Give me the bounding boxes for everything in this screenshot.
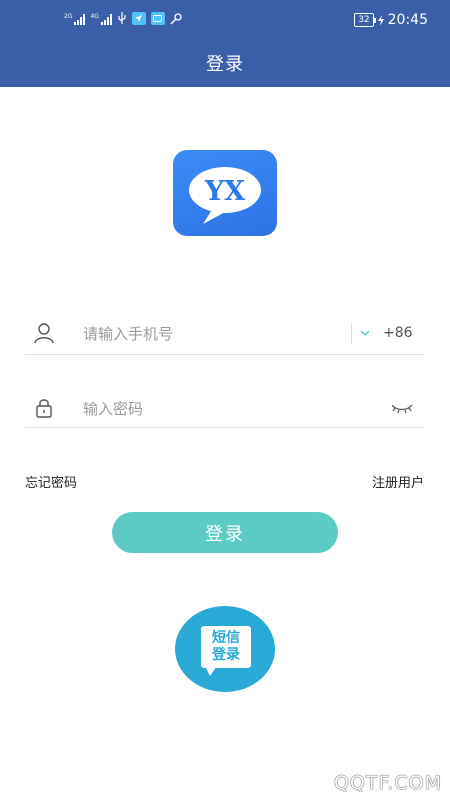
register-link[interactable]: 注册用户 — [372, 472, 424, 491]
signal-2-label: 4G — [90, 12, 99, 20]
page-title: 登录 — [206, 54, 244, 75]
sms-bubble-tail — [205, 666, 217, 676]
phone-input[interactable] — [83, 320, 343, 348]
status-icons-left: 2G 4G — [64, 12, 182, 25]
sms-login-line2: 登录 — [212, 647, 240, 663]
status-time: 20:45 — [387, 12, 428, 28]
user-icon — [34, 323, 54, 344]
status-bar: 2G 4G 32 20:45 — [0, 0, 450, 40]
lock-icon — [36, 399, 52, 418]
message-icon — [150, 12, 165, 25]
usb-icon — [118, 12, 126, 24]
eye-closed-icon[interactable] — [391, 400, 413, 416]
notification-icon — [131, 12, 146, 25]
watermark: QQTF.COM — [333, 772, 442, 794]
header-bar: 2G 4G 32 20:45 登录 — [0, 0, 450, 87]
sms-login-button[interactable]: 短信 登录 — [175, 606, 275, 692]
password-row — [25, 388, 425, 428]
logo-text: YX — [204, 176, 245, 207]
chat-bubble-icon: YX — [189, 167, 261, 224]
status-icons-right: 32 20:45 — [354, 12, 428, 28]
sms-bubble-icon: 短信 登录 — [201, 626, 251, 668]
signal-icon: 4G — [90, 12, 112, 25]
sms-login-line1: 短信 — [212, 630, 240, 646]
country-code-divider — [351, 323, 352, 345]
charging-icon — [377, 14, 384, 26]
chevron-down-icon[interactable] — [359, 328, 371, 338]
password-input[interactable] — [83, 395, 373, 423]
forgot-password-link[interactable]: 忘记密码 — [25, 472, 77, 491]
country-code-select[interactable]: +86 — [383, 325, 413, 341]
app-logo: YX — [173, 150, 277, 236]
signal-1-label: 2G — [64, 12, 73, 20]
battery-icon: 32 — [354, 13, 377, 27]
signal-icon: 2G — [64, 12, 86, 25]
login-button[interactable]: 登录 — [112, 512, 338, 553]
key-icon — [170, 12, 182, 25]
phone-row: +86 — [25, 313, 425, 355]
